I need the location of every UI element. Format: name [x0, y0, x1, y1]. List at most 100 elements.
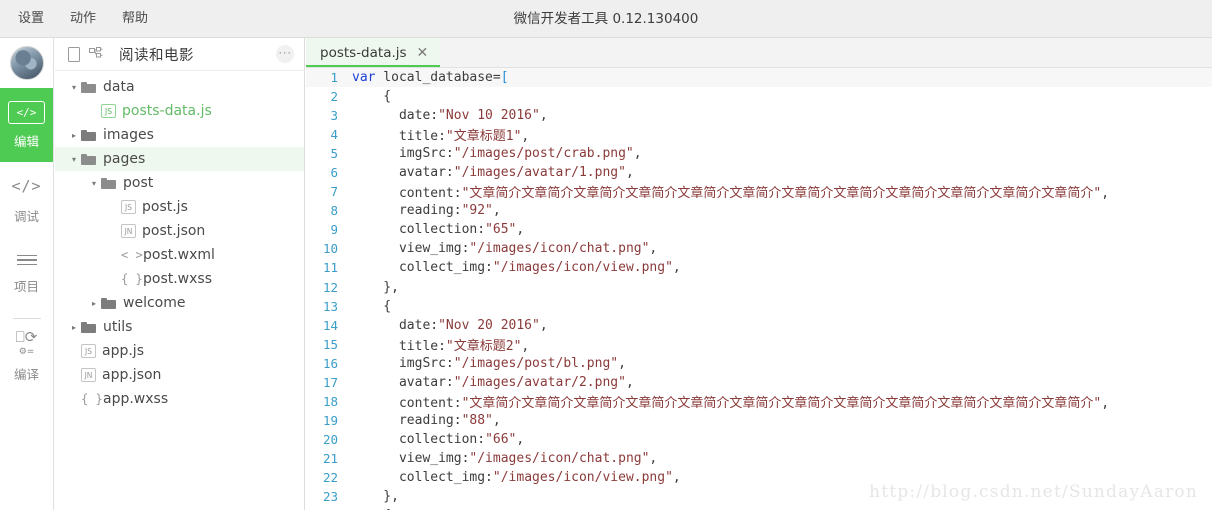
code-line-text[interactable]: collection:"65", — [352, 222, 1212, 237]
code-token-pun: view_img: — [352, 450, 470, 466]
code-line-text[interactable]: }, — [352, 489, 1212, 504]
editor-panel: posts-data.js ✕ 1 var local_database=[2 {3… — [306, 38, 1212, 510]
tree-row[interactable]: ▸ images — [55, 123, 304, 147]
tree-row[interactable]: ▸< >post.wxml — [55, 243, 304, 267]
code-line-text[interactable]: content:"文章简介文章简介文章简介文章简介文章简介文章简介文章简介文章简… — [352, 182, 1212, 201]
tree-structure-icon[interactable] — [85, 44, 107, 64]
code-token-pun: , — [516, 431, 525, 447]
rail-item-编译[interactable]: ⎕⟳ ⚙= 编译 — [0, 319, 53, 393]
tree-row[interactable]: ▸JN post.json — [55, 219, 304, 243]
tree-row[interactable]: ▸JS posts-data.js — [55, 99, 304, 123]
code-line-text[interactable]: avatar:"/images/avatar/2.png", — [352, 375, 1212, 390]
avatar-container[interactable] — [0, 38, 53, 88]
code-token-str: "/images/icon/chat.png" — [469, 450, 650, 466]
code-line-text[interactable]: date:"Nov 20 2016", — [352, 318, 1212, 333]
editor-tab-label: posts-data.js — [320, 44, 407, 61]
code-line-text[interactable]: view_img:"/images/icon/chat.png", — [352, 451, 1212, 466]
code-line-text[interactable]: imgSrc:"/images/post/crab.png", — [352, 146, 1212, 161]
code-line-text[interactable]: view_img:"/images/icon/chat.png", — [352, 241, 1212, 256]
code-line-text[interactable]: content:"文章简介文章简介文章简介文章简介文章简介文章简介文章简介文章简… — [352, 392, 1212, 411]
wxss-file-icon: { } — [121, 272, 143, 286]
code-line-text[interactable]: collect_img:"/images/icon/view.png", — [352, 260, 1212, 275]
close-icon[interactable]: ✕ — [417, 46, 429, 60]
line-number: 16 — [322, 355, 338, 371]
tree-row[interactable]: ▸ utils — [55, 315, 304, 339]
tree-item-label: posts-data.js — [122, 103, 212, 119]
code-line-text[interactable]: reading:"92", — [352, 203, 1212, 218]
menu-item-2[interactable]: 帮助 — [122, 0, 148, 38]
editor-tabbar: posts-data.js ✕ — [306, 38, 1212, 68]
rail-item-项目[interactable]: 项目 — [0, 236, 53, 310]
code-line: 3 date:"Nov 10 2016", — [306, 106, 1212, 125]
tree-row[interactable]: ▸{ }app.wxss — [55, 387, 304, 411]
code-line-text[interactable]: title:"文章标题2", — [352, 335, 1212, 354]
tree-row[interactable]: ▸ welcome — [55, 291, 304, 315]
edit-code-icon: </> — [7, 100, 46, 124]
line-number: 13 — [322, 298, 338, 314]
code-token-str: "/images/post/bl.png" — [453, 355, 619, 371]
line-number: 7 — [330, 184, 338, 200]
code-line-text[interactable]: avatar:"/images/avatar/1.png", — [352, 165, 1212, 180]
rail-item-调试[interactable]: </> 调试 — [0, 162, 53, 236]
code-editor[interactable]: 1 var local_database=[2 {3 date:"Nov 10 2… — [306, 68, 1212, 510]
line-number: 19 — [322, 412, 338, 428]
code-line: 2 { — [306, 87, 1212, 106]
line-number: 23 — [322, 489, 338, 505]
tree-item-label: post — [123, 175, 154, 191]
project-more-button[interactable]: ··· — [276, 45, 294, 63]
chevron-right-icon[interactable]: ▸ — [67, 323, 81, 332]
rail-item-编辑[interactable]: </> 编辑 — [0, 88, 53, 162]
code-token-pun: , — [492, 412, 501, 428]
tree-row[interactable]: ▾ data — [55, 75, 304, 99]
code-line-text[interactable]: { — [352, 299, 1212, 314]
project-name: 阅读和电影 — [119, 47, 194, 64]
folder-open-icon — [81, 81, 96, 93]
line-number: 10 — [322, 241, 338, 257]
code-line-text[interactable]: reading:"88", — [352, 413, 1212, 428]
code-token-pun: imgSrc: — [352, 355, 454, 371]
menu-item-0[interactable]: 设置 — [18, 0, 44, 38]
tree-row[interactable]: ▸JS app.js — [55, 339, 304, 363]
menu-item-1[interactable]: 动作 — [70, 0, 96, 38]
chevron-down-icon[interactable]: ▾ — [67, 155, 81, 164]
chevron-right-icon[interactable]: ▸ — [67, 131, 81, 140]
code-token-pun: title: — [352, 129, 446, 145]
code-token-pun: , — [618, 355, 626, 371]
code-line-text[interactable]: date:"Nov 10 2016", — [352, 108, 1212, 123]
code-line-text[interactable]: imgSrc:"/images/post/bl.png", — [352, 356, 1212, 371]
line-number: 20 — [322, 431, 338, 447]
tree-row[interactable]: ▸JS post.js — [55, 195, 304, 219]
code-token-pun: , — [492, 203, 501, 219]
code-token-pun: collection: — [352, 222, 486, 238]
editor-tab[interactable]: posts-data.js ✕ — [306, 38, 441, 67]
code-line-text[interactable]: collect_img:"/images/icon/view.png", — [352, 470, 1212, 485]
folder-icon — [81, 129, 96, 141]
tree-row[interactable]: ▸JN app.json — [55, 363, 304, 387]
tree-indent-spacer: ▸ — [67, 371, 81, 380]
avatar[interactable] — [9, 46, 44, 80]
tree-item-label: app.js — [102, 343, 144, 359]
chevron-right-icon[interactable]: ▸ — [87, 299, 101, 308]
code-token-str: "92" — [461, 203, 493, 219]
tree-row[interactable]: ▸{ }post.wxss — [55, 267, 304, 291]
code-line-text[interactable]: { — [352, 89, 1212, 104]
tree-item-label: utils — [103, 319, 133, 335]
code-line-text[interactable]: }, — [352, 280, 1212, 295]
title-bar: 设置 动作 帮助 微信开发者工具 0.12.130400 — [0, 0, 1212, 38]
wxss-file-icon: { } — [81, 392, 103, 406]
code-line: 7 content:"文章简介文章简介文章简介文章简介文章简介文章简介文章简介文… — [306, 182, 1212, 201]
chevron-down-icon[interactable]: ▾ — [87, 179, 101, 188]
code-line-text[interactable]: title:"文章标题1", — [352, 125, 1212, 144]
code-line-text[interactable]: collection:"66", — [352, 432, 1212, 447]
tree-row[interactable]: ▾ pages — [55, 147, 304, 171]
chevron-down-icon[interactable]: ▾ — [67, 83, 81, 92]
window-title: 微信开发者工具 0.12.130400 — [513, 11, 699, 27]
tree-row[interactable]: ▾ post — [55, 171, 304, 195]
code-line-text[interactable]: var local_database=[ — [352, 70, 1212, 85]
tree-item-label: post.json — [142, 223, 206, 239]
line-number: 4 — [330, 127, 338, 143]
code-token-str: "/images/post/crab.png" — [453, 146, 634, 162]
code-token-pun: reading: — [352, 203, 462, 219]
code-token-pun: , — [649, 450, 658, 466]
panel-toggle-icon[interactable] — [63, 44, 85, 64]
